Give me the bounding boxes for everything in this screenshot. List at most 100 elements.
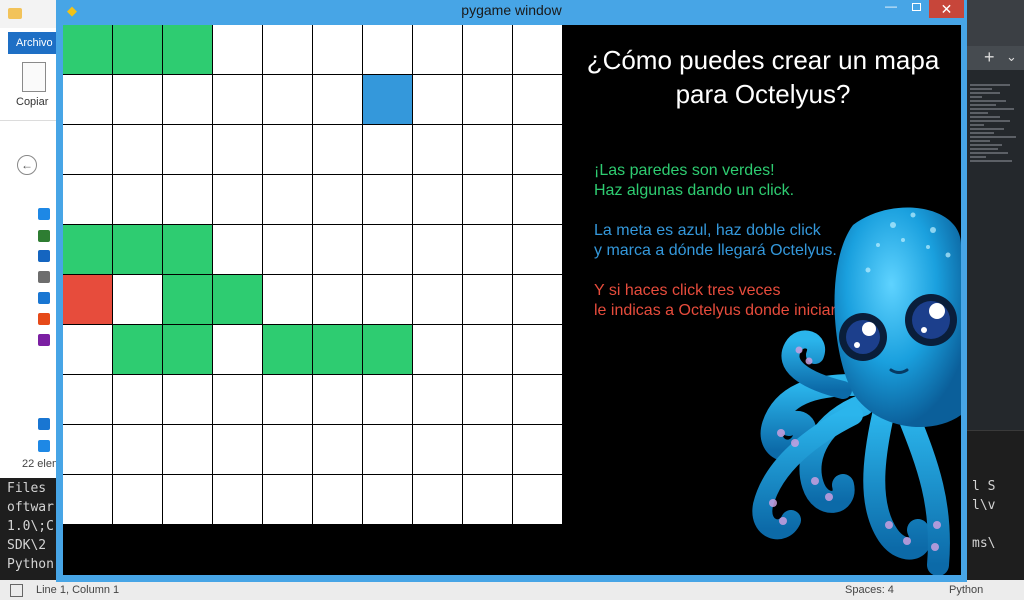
ribbon-tab-archivo[interactable]: Archivo <box>8 32 60 54</box>
chevron-down-icon[interactable]: ⌄ <box>1006 49 1017 65</box>
grid-cell-wall[interactable] <box>163 275 212 324</box>
indentation-setting[interactable]: Spaces: 4 <box>845 580 894 600</box>
grid-cell-empty[interactable] <box>263 75 312 124</box>
grid-cell-wall[interactable] <box>163 325 212 374</box>
videos-icon[interactable] <box>38 334 50 346</box>
grid-cell-empty[interactable] <box>63 325 112 374</box>
map-grid[interactable] <box>63 25 563 525</box>
grid-cell-empty[interactable] <box>463 425 512 474</box>
grid-cell-empty[interactable] <box>513 325 562 374</box>
grid-cell-wall[interactable] <box>163 225 212 274</box>
grid-cell-empty[interactable] <box>313 425 362 474</box>
grid-cell-empty[interactable] <box>413 325 462 374</box>
grid-cell-empty[interactable] <box>163 75 212 124</box>
grid-cell-empty[interactable] <box>263 225 312 274</box>
grid-cell-empty[interactable] <box>313 275 362 324</box>
cursor-position[interactable]: Line 1, Column 1 <box>36 580 119 600</box>
grid-cell-empty[interactable] <box>213 325 262 374</box>
folder-icon[interactable] <box>8 8 22 19</box>
grid-cell-empty[interactable] <box>413 475 462 524</box>
grid-cell-empty[interactable] <box>463 75 512 124</box>
minimize-button[interactable]: — <box>878 0 904 18</box>
window-titlebar[interactable]: ◆ pygame window — ✕ <box>56 0 967 22</box>
grid-cell-empty[interactable] <box>213 375 262 424</box>
grid-cell-empty[interactable] <box>363 425 412 474</box>
language-mode[interactable]: Python <box>949 580 983 600</box>
grid-cell-empty[interactable] <box>463 175 512 224</box>
grid-cell-empty[interactable] <box>513 275 562 324</box>
grid-cell-empty[interactable] <box>313 475 362 524</box>
grid-cell-empty[interactable] <box>313 125 362 174</box>
grid-cell-empty[interactable] <box>463 325 512 374</box>
grid-cell-empty[interactable] <box>63 375 112 424</box>
grid-cell-empty[interactable] <box>213 25 262 74</box>
grid-cell-empty[interactable] <box>213 125 262 174</box>
grid-cell-empty[interactable] <box>313 175 362 224</box>
grid-cell-wall[interactable] <box>363 325 412 374</box>
grid-cell-wall[interactable] <box>313 325 362 374</box>
grid-cell-empty[interactable] <box>463 275 512 324</box>
grid-cell-empty[interactable] <box>113 75 162 124</box>
grid-cell-empty[interactable] <box>313 75 362 124</box>
grid-cell-empty[interactable] <box>63 475 112 524</box>
grid-cell-empty[interactable] <box>263 125 312 174</box>
grid-cell-empty[interactable] <box>113 375 162 424</box>
grid-cell-empty[interactable] <box>213 425 262 474</box>
grid-cell-empty[interactable] <box>363 25 412 74</box>
grid-cell-empty[interactable] <box>213 75 262 124</box>
grid-cell-empty[interactable] <box>63 175 112 224</box>
grid-cell-wall[interactable] <box>113 225 162 274</box>
downloads-icon[interactable] <box>38 230 50 242</box>
grid-cell-empty[interactable] <box>313 225 362 274</box>
maximize-button[interactable] <box>904 0 929 18</box>
grid-cell-empty[interactable] <box>113 175 162 224</box>
grid-cell-wall[interactable] <box>113 325 162 374</box>
grid-cell-empty[interactable] <box>363 475 412 524</box>
grid-cell-empty[interactable] <box>463 375 512 424</box>
grid-cell-empty[interactable] <box>163 375 212 424</box>
pictures-icon[interactable] <box>38 292 50 304</box>
grid-cell-empty[interactable] <box>263 475 312 524</box>
grid-cell-empty[interactable] <box>113 475 162 524</box>
new-tab-icon[interactable]: + <box>984 47 995 68</box>
copy-icon[interactable] <box>22 62 46 92</box>
drive-icon[interactable] <box>38 440 50 452</box>
grid-cell-empty[interactable] <box>113 425 162 474</box>
grid-cell-empty[interactable] <box>263 25 312 74</box>
grid-cell-empty[interactable] <box>163 125 212 174</box>
grid-cell-empty[interactable] <box>413 225 462 274</box>
grid-cell-empty[interactable] <box>463 125 512 174</box>
panel-toggle-icon[interactable] <box>10 584 23 597</box>
grid-cell-empty[interactable] <box>213 175 262 224</box>
grid-cell-empty[interactable] <box>413 275 462 324</box>
grid-cell-empty[interactable] <box>413 375 462 424</box>
grid-cell-wall[interactable] <box>263 325 312 374</box>
grid-cell-empty[interactable] <box>113 275 162 324</box>
grid-cell-empty[interactable] <box>463 25 512 74</box>
grid-cell-empty[interactable] <box>513 175 562 224</box>
grid-cell-empty[interactable] <box>513 125 562 174</box>
grid-cell-empty[interactable] <box>513 425 562 474</box>
grid-cell-empty[interactable] <box>413 125 462 174</box>
grid-cell-empty[interactable] <box>263 375 312 424</box>
desktop-icon[interactable] <box>38 208 50 220</box>
grid-cell-empty[interactable] <box>263 425 312 474</box>
grid-cell-empty[interactable] <box>313 25 362 74</box>
grid-cell-empty[interactable] <box>163 425 212 474</box>
grid-cell-empty[interactable] <box>213 475 262 524</box>
grid-cell-empty[interactable] <box>513 75 562 124</box>
grid-cell-empty[interactable] <box>63 425 112 474</box>
grid-cell-empty[interactable] <box>363 175 412 224</box>
grid-cell-empty[interactable] <box>263 275 312 324</box>
music-icon[interactable] <box>38 313 50 325</box>
grid-cell-empty[interactable] <box>313 375 362 424</box>
grid-cell-goal[interactable] <box>363 75 412 124</box>
grid-cell-empty[interactable] <box>463 225 512 274</box>
network-icon[interactable] <box>38 418 50 430</box>
close-button[interactable]: ✕ <box>929 0 964 18</box>
grid-cell-empty[interactable] <box>363 375 412 424</box>
grid-cell-empty[interactable] <box>213 225 262 274</box>
grid-cell-empty[interactable] <box>363 225 412 274</box>
text-file-icon[interactable] <box>38 271 50 283</box>
grid-cell-empty[interactable] <box>413 25 462 74</box>
